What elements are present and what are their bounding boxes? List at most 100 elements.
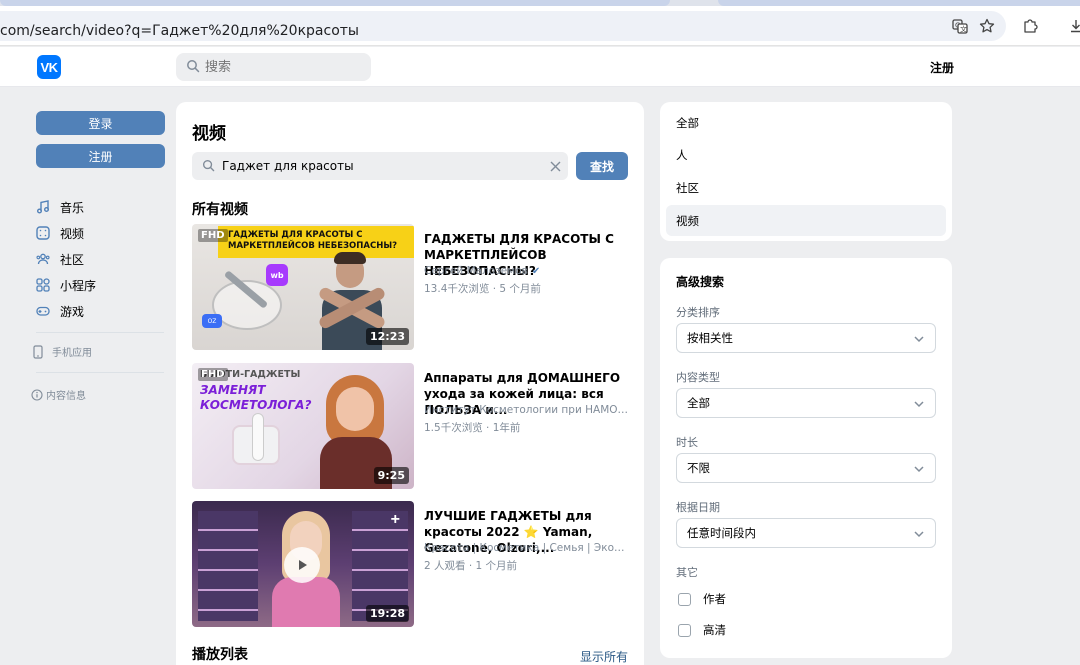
author-name[interactable]: Сергей Малоземов xyxy=(424,265,528,277)
search-icon xyxy=(186,59,200,76)
video-author[interactable]: Институт Косметологии при НАМО и... xyxy=(424,404,629,416)
video-search-card: 视频 查找 所有视频 ГАДЖЕТЫ ДЛЯ КРАСОТЫ С МАРКЕТП… xyxy=(176,102,644,665)
thumbnail-caption: ГАДЖЕТЫ ДЛЯ КРАСОТЫ С МАРКЕТПЛЕЙСОВ НЕБЕ… xyxy=(228,230,398,251)
filter-all[interactable]: 全部 xyxy=(666,107,946,138)
mobile-app-label: 手机应用 xyxy=(52,348,92,359)
browser-address-bar: com/search/video?q=Гаджет%20для%20красот… xyxy=(0,6,1080,46)
header-search[interactable] xyxy=(176,53,371,81)
site-header: VK 注册 xyxy=(0,47,1080,87)
author-checkbox-label: 作者 xyxy=(703,592,726,606)
header-register-link[interactable]: 注册 xyxy=(930,59,954,76)
video-author[interactable]: Красота | Косметика | Семья | Эконо... xyxy=(424,542,629,554)
content-info-label: 内容信息 xyxy=(46,391,86,402)
url-text[interactable]: com/search/video?q=Гаджет%20для%20красот… xyxy=(0,23,359,39)
video-thumbnail[interactable]: + 19:28 xyxy=(192,501,414,627)
nav-item-video[interactable]: 视频 xyxy=(36,220,166,246)
date-select[interactable]: 任意时间段内 xyxy=(676,518,936,548)
search-icon xyxy=(202,159,215,175)
filter-videos[interactable]: 视频 xyxy=(666,205,946,236)
video-icon xyxy=(36,226,50,240)
other-label: 其它 xyxy=(676,566,698,579)
duration-value: 不限 xyxy=(687,461,710,475)
content-type-value: 全部 xyxy=(687,396,710,410)
extensions-puzzle-icon[interactable] xyxy=(1020,16,1040,36)
sort-value: 按相关性 xyxy=(687,331,733,345)
register-button[interactable]: 注册 xyxy=(36,144,165,168)
video-item[interactable]: + 19:28 ЛУЧШИЕ ГАДЖЕТЫ для красоты 2022 … xyxy=(192,501,629,627)
video-search-field[interactable] xyxy=(192,152,568,180)
find-button[interactable]: 查找 xyxy=(576,152,628,180)
fhd-badge: FHD xyxy=(198,229,228,242)
chevron-down-icon xyxy=(914,336,924,343)
clear-search-icon[interactable] xyxy=(547,157,563,175)
translate-icon[interactable]: G文 xyxy=(950,16,970,36)
left-nav: 音乐 视频 社区 小程序 游戏 xyxy=(36,194,166,324)
verified-check-icon: ✔ xyxy=(531,266,541,277)
video-search-input[interactable] xyxy=(222,158,542,174)
checkbox-box[interactable] xyxy=(678,623,691,637)
show-all-link[interactable]: 显示所有 xyxy=(580,648,628,665)
nav-divider xyxy=(36,372,164,373)
nav-item-mini-apps[interactable]: 小程序 xyxy=(36,272,166,298)
content-info-link[interactable]: 内容信息 xyxy=(31,387,86,402)
filter-people[interactable]: 人 xyxy=(666,139,946,170)
search-filter-tabs: 全部 人 社区 视频 xyxy=(660,102,952,241)
sort-select[interactable]: 按相关性 xyxy=(676,323,936,353)
bookmark-star-icon[interactable] xyxy=(977,16,997,36)
header-search-input[interactable] xyxy=(205,58,355,76)
svg-text:文: 文 xyxy=(960,25,967,34)
page-title: 视频 xyxy=(192,124,226,144)
video-author[interactable]: Сергей Малоземов ✔ xyxy=(424,265,629,277)
download-icon[interactable] xyxy=(1066,16,1080,36)
community-icon xyxy=(36,253,50,265)
sort-label: 分类排序 xyxy=(676,306,720,319)
duration-select[interactable]: 不限 xyxy=(676,453,936,483)
checkbox-box[interactable] xyxy=(678,592,691,606)
music-note-icon xyxy=(37,200,49,214)
video-meta: 1.5千次浏览 · 1年前 xyxy=(424,422,521,434)
gamepad-icon xyxy=(36,306,50,316)
nav-divider xyxy=(36,332,164,333)
play-icon[interactable] xyxy=(284,547,320,583)
video-meta: 13.4千次浏览 · 5 个月前 xyxy=(424,283,541,295)
nav-item-games[interactable]: 游戏 xyxy=(36,298,166,324)
video-duration: 12:23 xyxy=(365,328,409,345)
author-checkbox[interactable]: 作者 xyxy=(678,591,726,607)
advanced-search-card: 高级搜索 分类排序 按相关性 内容类型 全部 时长 不限 根据日期 任意时间段内… xyxy=(660,258,952,658)
playlists-heading: 播放列表 xyxy=(192,647,248,663)
video-duration: 19:28 xyxy=(365,605,409,622)
all-videos-heading: 所有视频 xyxy=(192,202,248,218)
mobile-app-link[interactable]: 手机应用 xyxy=(33,344,92,359)
phone-icon xyxy=(33,344,43,359)
filter-communities[interactable]: 社区 xyxy=(666,172,946,203)
video-thumbnail[interactable]: ГАДЖЕТЫ ДЛЯ КРАСОТЫ С МАРКЕТПЛЕЙСОВ НЕБЕ… xyxy=(192,224,414,350)
hd-checkbox[interactable]: 高清 xyxy=(678,622,726,638)
hd-checkbox-label: 高清 xyxy=(703,623,726,637)
video-item[interactable]: БЬЮТИ-ГАДЖЕТЫ ЗАМЕНЯТ КОСМЕТОЛОГА? FHD 9… xyxy=(192,363,629,489)
video-thumbnail[interactable]: БЬЮТИ-ГАДЖЕТЫ ЗАМЕНЯТ КОСМЕТОЛОГА? FHD 9… xyxy=(192,363,414,489)
apps-grid-icon xyxy=(36,278,50,292)
vk-logo[interactable]: VK xyxy=(37,55,61,79)
thumbnail-caption-2: ЗАМЕНЯТ КОСМЕТОЛОГА? xyxy=(200,383,312,412)
url-field[interactable]: com/search/video?q=Гаджет%20для%20красот… xyxy=(0,11,1006,41)
chevron-down-icon xyxy=(914,531,924,538)
content-type-select[interactable]: 全部 xyxy=(676,388,936,418)
nav-item-community[interactable]: 社区 xyxy=(36,246,166,272)
nav-label: 游戏 xyxy=(60,304,85,319)
nav-item-music[interactable]: 音乐 xyxy=(36,194,166,220)
video-item[interactable]: ГАДЖЕТЫ ДЛЯ КРАСОТЫ С МАРКЕТПЛЕЙСОВ НЕБЕ… xyxy=(192,224,628,350)
login-button[interactable]: 登录 xyxy=(36,111,165,135)
nav-label: 社区 xyxy=(60,252,85,267)
nav-label: 视频 xyxy=(60,226,85,241)
duration-label: 时长 xyxy=(676,436,698,449)
chevron-down-icon xyxy=(914,466,924,473)
video-meta: 2 人观看 · 1 个月前 xyxy=(424,560,518,572)
video-duration: 9:25 xyxy=(373,467,409,484)
info-icon xyxy=(31,388,43,401)
date-value: 任意时间段内 xyxy=(687,526,756,540)
nav-label: 音乐 xyxy=(60,200,85,215)
advanced-search-title: 高级搜索 xyxy=(676,275,725,289)
date-label: 根据日期 xyxy=(676,501,720,514)
add-icon[interactable]: + xyxy=(391,511,400,529)
chevron-down-icon xyxy=(914,401,924,408)
